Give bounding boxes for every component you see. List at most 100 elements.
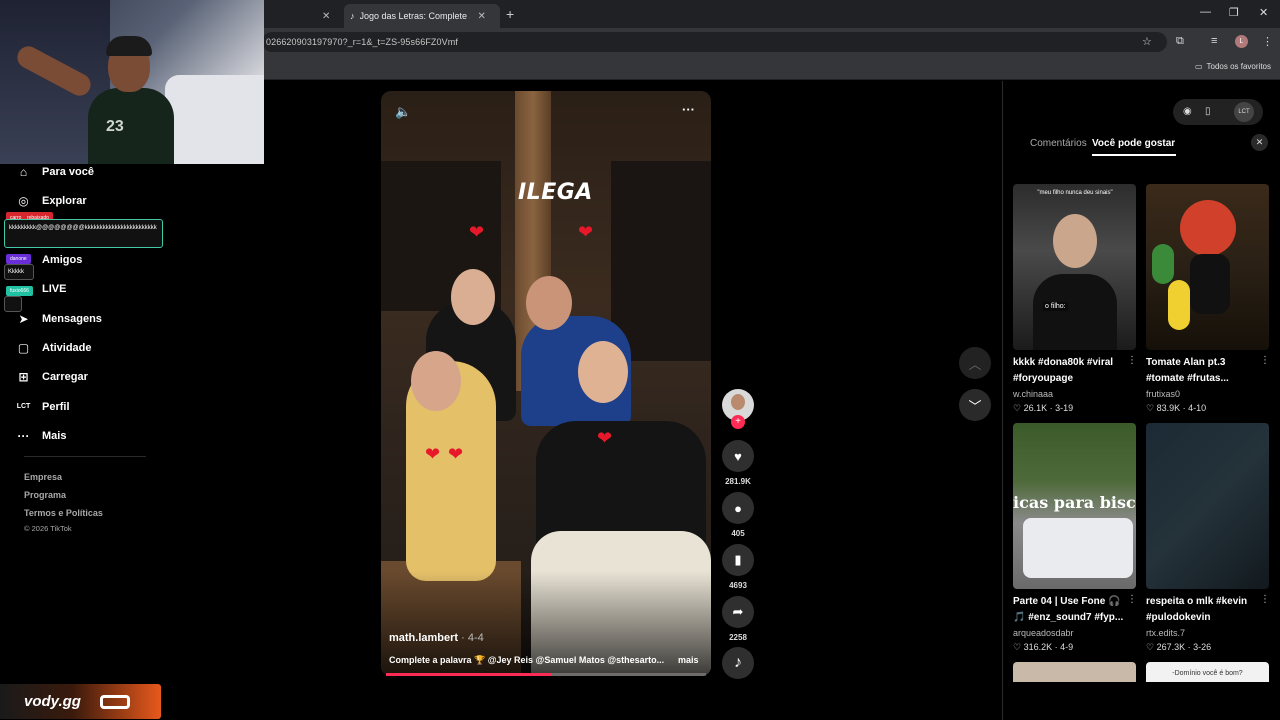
- webcam-overlay: 23: [0, 0, 264, 164]
- footer-link-programa[interactable]: Programa: [24, 490, 66, 500]
- video-thumbnail[interactable]: icas para bisco: [1013, 423, 1136, 589]
- vody-logo-icon: [100, 695, 130, 709]
- sidebar-item-label: Explorar: [42, 194, 87, 207]
- copyright: © 2026 TikTok: [24, 524, 72, 533]
- follow-plus-icon[interactable]: +: [731, 415, 745, 429]
- card-title[interactable]: Tomate Alan pt.3 #tomate #frutas...: [1146, 355, 1259, 387]
- all-bookmarks[interactable]: ▭ Todos os favoritos: [1195, 62, 1271, 71]
- card-more-icon[interactable]: ⋮: [1260, 594, 1270, 605]
- card-stats: ♡ 26.1K · 3-19: [1013, 403, 1074, 413]
- share-button[interactable]: ➦: [722, 596, 754, 628]
- video-thumbnail[interactable]: "meu filho nunca deu sinais" o filho:: [1013, 184, 1136, 350]
- card-title[interactable]: respeita o mlk #kevin #pulodokevin: [1146, 594, 1259, 626]
- coin-icon[interactable]: ◉: [1183, 106, 1192, 117]
- tab-voce-pode-gostar[interactable]: Você pode gostar: [1092, 138, 1175, 149]
- card-likes: 316.2K: [1023, 642, 1053, 652]
- extensions-icon[interactable]: ⧉: [1176, 35, 1184, 48]
- card-stats: ♡ 83.9K · 4-10: [1146, 403, 1207, 413]
- tab-label: Jogo das Letras: Complete a Pa: [359, 11, 470, 21]
- video-thumbnail[interactable]: -Domínio você é bom?: [1146, 662, 1269, 682]
- card-author[interactable]: w.chinaaa: [1013, 389, 1053, 399]
- close-icon: ✕: [1255, 137, 1264, 147]
- home-icon: ⌂: [19, 164, 28, 179]
- footer-link-empresa[interactable]: Empresa: [24, 472, 62, 482]
- comment-icon: ●: [734, 500, 742, 516]
- card-date: 4-10: [1188, 403, 1207, 413]
- card-more-icon[interactable]: ⋮: [1260, 355, 1270, 366]
- bookmark-star-icon[interactable]: ☆: [1142, 35, 1152, 48]
- close-tab-icon[interactable]: ✕: [322, 11, 330, 22]
- video-progress-fill: [386, 673, 553, 676]
- video-thumbnail[interactable]: [1013, 662, 1136, 682]
- previous-video-button[interactable]: ︿: [959, 347, 991, 379]
- heart-outline-icon: ♡: [1146, 403, 1155, 413]
- minimize-icon[interactable]: —: [1200, 6, 1211, 18]
- like-count: 281.9K: [725, 477, 751, 486]
- video-creator[interactable]: math.lambert · 4-4: [389, 632, 484, 644]
- sidebar-item-mensagens[interactable]: ➤ Mensagens: [16, 311, 101, 326]
- heart-outline-icon: ♡: [1146, 642, 1155, 652]
- share-count: 2258: [729, 633, 747, 642]
- card-title[interactable]: kkkk #dona80k #viral #foryoupage: [1013, 355, 1126, 387]
- heart-icon: ❤: [469, 222, 485, 242]
- browser-tab-active[interactable]: ♪ Jogo das Letras: Complete a Pa ✕: [344, 4, 500, 28]
- save-button[interactable]: ▮: [722, 544, 754, 576]
- video-overlay-text: ILEGA: [518, 180, 593, 205]
- card-more-icon[interactable]: ⋮: [1127, 355, 1137, 366]
- video-thumbnail[interactable]: [1146, 423, 1269, 589]
- comment-count: 405: [731, 529, 745, 538]
- sidebar-item-carregar[interactable]: ⊞ Carregar: [16, 369, 87, 384]
- footer-link-termos[interactable]: Termos e Políticas: [24, 508, 103, 518]
- close-tab-icon[interactable]: ✕: [478, 11, 486, 22]
- sidebar-item-mais[interactable]: ··· Mais: [16, 428, 67, 443]
- close-window-icon[interactable]: ✕: [1259, 6, 1268, 19]
- card-stats: ♡ 267.3K · 3-26: [1146, 642, 1212, 652]
- card-date: 3-19: [1055, 403, 1074, 413]
- video-caption: Complete a palavra 🏆 @Jey Reis @Samuel M…: [389, 655, 665, 665]
- chat-message-2: Kkkkk: [4, 264, 34, 280]
- sidebar-item-label: Perfil: [42, 400, 70, 413]
- tab-comentarios[interactable]: Comentários: [1030, 138, 1087, 149]
- phone-icon[interactable]: ▯: [1205, 106, 1211, 117]
- screen: ✕ ♪ Jogo das Letras: Complete a Pa ✕ + —…: [0, 0, 1280, 720]
- card-author[interactable]: frutixas0: [1146, 389, 1180, 399]
- sidebar-item-para-voce[interactable]: ⌂ Para você: [16, 164, 94, 179]
- chat-message-1: kkkkkkkkk@@@@@@@@kkkkkkkkkkkkkkkkkkkkkkk…: [4, 219, 163, 248]
- card-date: 3-26: [1193, 642, 1212, 652]
- bookmark-icon: ▮: [734, 552, 742, 567]
- sidebar-item-label: Para você: [42, 165, 94, 178]
- folder-icon: ▭: [1194, 62, 1203, 71]
- volume-icon[interactable]: 🔈: [395, 104, 411, 120]
- close-panel-button[interactable]: ✕: [1251, 134, 1268, 151]
- user-avatar[interactable]: LCT: [1234, 102, 1254, 122]
- media-controls-icon[interactable]: ≡: [1211, 35, 1217, 47]
- chrome-menu-icon[interactable]: ⋮: [1262, 35, 1273, 48]
- card-title[interactable]: Parte 04 | Use Fone 🎧 🎵 #enz_sound7 #fyp…: [1013, 594, 1126, 626]
- video-player[interactable]: [381, 91, 711, 676]
- more-options-icon[interactable]: ···: [682, 102, 695, 117]
- video-thumbnail[interactable]: [1146, 184, 1269, 350]
- tiktok-sound-icon[interactable]: ♪: [722, 647, 754, 679]
- card-author[interactable]: arqueadosdabr: [1013, 628, 1074, 638]
- sidebar-item-explorar[interactable]: ◎ Explorar: [16, 193, 87, 208]
- profile-avatar[interactable]: L: [1235, 35, 1248, 48]
- caption-more-link[interactable]: mais: [678, 655, 699, 665]
- card-likes: 26.1K: [1023, 403, 1048, 413]
- new-tab-button[interactable]: +: [506, 6, 514, 22]
- url-text[interactable]: 026620903197970?_r=1&_t=ZS-95s66FZ0Vmf: [266, 37, 458, 47]
- sidebar-item-perfil[interactable]: LCT Perfil: [16, 399, 70, 414]
- comment-button[interactable]: ●: [722, 492, 754, 524]
- thumb-caption: icas para bisco: [1013, 493, 1136, 512]
- card-more-icon[interactable]: ⋮: [1127, 594, 1137, 605]
- card-author[interactable]: rtx.edits.7: [1146, 628, 1185, 638]
- restore-icon[interactable]: ❐: [1229, 6, 1239, 19]
- chat-username-2: danone: [6, 254, 31, 264]
- sidebar-item-atividade[interactable]: ▢ Atividade: [16, 340, 92, 355]
- stream-brand-text: vody.gg: [24, 693, 81, 710]
- browser-tab-1[interactable]: ✕: [264, 4, 342, 28]
- chat-username-3: fuxio666: [6, 286, 33, 296]
- creator-name[interactable]: math.lambert: [389, 632, 458, 644]
- next-video-button[interactable]: ﹀: [959, 389, 991, 421]
- like-button[interactable]: ♥: [722, 440, 754, 472]
- video-progress-bar[interactable]: [386, 673, 706, 676]
